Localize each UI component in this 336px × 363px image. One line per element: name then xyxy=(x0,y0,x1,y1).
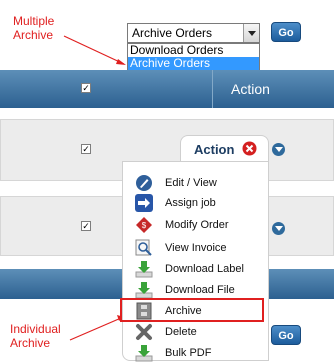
menu-item-label: View Invoice xyxy=(165,242,227,254)
go-button-bottom[interactable]: Go xyxy=(271,325,301,345)
menu-item-label: Assign job xyxy=(165,197,216,209)
menu-item-label: Bulk PDF xyxy=(165,347,212,359)
action-column-header: Action xyxy=(231,81,270,97)
row-checkbox[interactable]: ✓ xyxy=(81,221,91,231)
download-icon xyxy=(135,282,153,299)
go-button-top[interactable]: Go xyxy=(271,22,301,42)
modify-order-icon: $ xyxy=(136,217,152,233)
delete-icon xyxy=(136,324,152,340)
close-icon[interactable] xyxy=(242,141,257,156)
action-menu-tab[interactable]: Action xyxy=(180,135,269,161)
assign-arrow-icon xyxy=(135,194,153,212)
header-divider xyxy=(212,70,213,108)
row-checkbox[interactable]: ✓ xyxy=(81,144,91,154)
chevron-down-icon[interactable] xyxy=(243,24,259,42)
svg-text:$: $ xyxy=(142,221,147,230)
download-icon xyxy=(135,261,153,278)
table-header xyxy=(0,70,334,108)
download-icon xyxy=(135,345,153,362)
action-menu: Edit / View Assign job $ Modify Order Vi… xyxy=(122,161,269,362)
action-menu-title: Action xyxy=(194,142,235,157)
menu-item-label: Modify Order xyxy=(165,219,229,231)
chevron-down-icon[interactable] xyxy=(272,143,285,156)
menu-item-label: Edit / View xyxy=(165,177,217,189)
dropdown-option-archive-orders[interactable]: Archive Orders xyxy=(128,57,259,70)
archive-highlight-box xyxy=(120,298,264,322)
chevron-down-icon[interactable] xyxy=(272,222,285,235)
bulk-action-dropdown[interactable]: Download Orders Archive Orders xyxy=(127,43,260,71)
select-all-checkbox[interactable]: ✓ xyxy=(81,83,91,93)
magnifier-icon xyxy=(135,239,152,256)
menu-item-label: Delete xyxy=(165,326,197,338)
bulk-action-select-value: Archive Orders xyxy=(132,26,213,40)
edit-icon xyxy=(136,175,152,191)
bulk-action-select[interactable]: Archive Orders xyxy=(127,23,260,43)
menu-item-label: Download Label xyxy=(165,263,244,275)
menu-item-label: Download File xyxy=(165,284,235,296)
